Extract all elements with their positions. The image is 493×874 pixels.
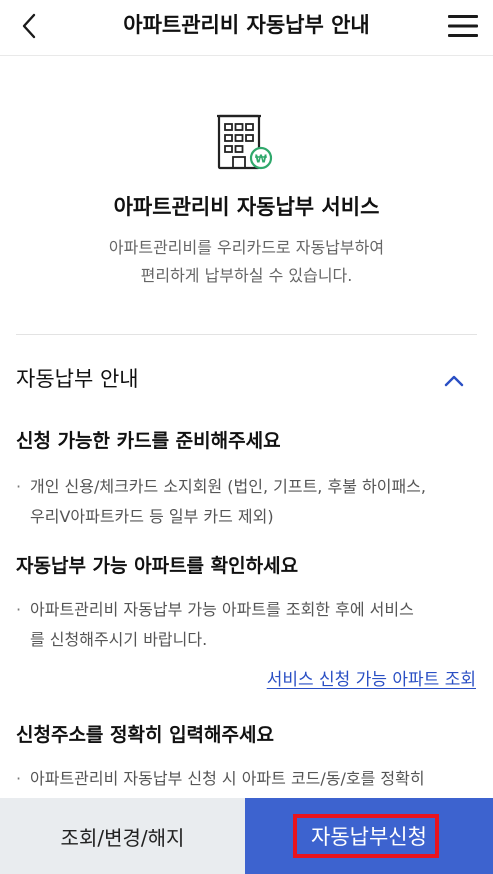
page: 아파트관리비 자동납부 안내 ₩ 아파트관리비 자동납부 서비스 아파트관리비를… — [0, 0, 493, 874]
guide-bullet: 아파트관리비 자동납부 가능 아파트를 조회한 후에 서비스 를 신청해주시기 … — [16, 595, 475, 655]
chevron-up-icon — [444, 375, 464, 387]
service-description-line: 편리하게 납부하실 수 있습니다. — [140, 266, 353, 285]
guide-bullet-line: 를 신청해주시기 바랍니다. — [30, 630, 208, 649]
section-divider — [16, 334, 477, 335]
guide-bullet-line: 아파트관리비 자동납부 신청 시 아파트 코드/동/호를 정확히 — [30, 769, 425, 788]
guide-bullet-line: 아파트관리비 자동납부 가능 아파트를 조회한 후에 서비스 — [30, 600, 414, 619]
menu-button[interactable] — [443, 6, 483, 46]
svg-text:₩: ₩ — [255, 153, 267, 166]
service-title: 아파트관리비 자동납부 서비스 — [113, 195, 380, 219]
guide-bullet: 개인 신용/체크카드 소지회원 (법인, 기프트, 후불 하이패스, 우리V아파… — [16, 472, 475, 532]
apartment-won-icon: ₩ — [217, 114, 273, 170]
top-app-bar: 아파트관리비 자동납부 안내 — [0, 0, 493, 56]
guide-bullet-line: 개인 신용/체크카드 소지회원 (법인, 기프트, 후불 하이패스, — [30, 477, 426, 496]
guide-bullet: 아파트관리비 자동납부 신청 시 아파트 코드/동/호를 정확히 — [16, 764, 475, 794]
inquiry-change-cancel-button[interactable]: 조회/변경/해지 — [0, 798, 245, 874]
back-button[interactable] — [10, 6, 50, 46]
guide-heading-card: 신청 가능한 카드를 준비해주세요 — [16, 430, 281, 452]
hamburger-menu-icon — [448, 15, 478, 37]
collapse-button[interactable] — [441, 368, 467, 394]
guide-title: 자동납부 안내 — [16, 367, 139, 391]
guide-heading-address: 신청주소를 정확히 입력해주세요 — [16, 724, 274, 746]
apartment-lookup-link[interactable]: 서비스 신청 가능 아파트 조회 — [267, 667, 476, 693]
service-description: 아파트관리비를 우리카드로 자동납부하여 편리하게 납부하실 수 있습니다. — [40, 234, 453, 290]
auto-payment-apply-button[interactable]: 자동납부신청 — [245, 798, 493, 874]
chevron-left-icon — [22, 13, 36, 39]
guide-accordion-header[interactable]: 자동납부 안내 — [0, 356, 493, 406]
service-description-line: 아파트관리비를 우리카드로 자동납부하여 — [108, 238, 385, 257]
guide-heading-apartment: 자동납부 가능 아파트를 확인하세요 — [16, 555, 299, 577]
bottom-action-bar: 조회/변경/해지 자동납부신청 — [0, 798, 493, 874]
apply-button-label: 자동납부신청 — [311, 825, 427, 849]
page-title: 아파트관리비 자동납부 안내 — [123, 13, 370, 37]
guide-bullet-line: 우리V아파트카드 등 일부 카드 제외) — [30, 507, 274, 526]
